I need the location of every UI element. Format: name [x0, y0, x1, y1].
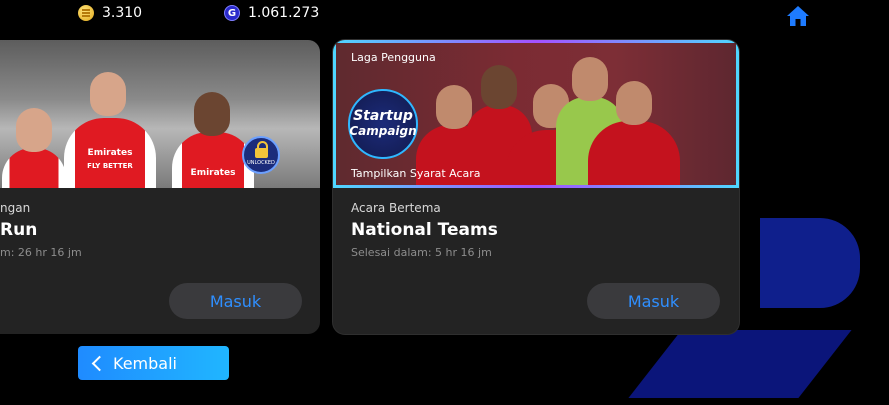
- unlocked-badge: UNLOCKED: [242, 136, 280, 174]
- coin-balance: 3.310: [78, 5, 142, 21]
- event-ends: Selesai dalam: 5 hr 16 jm: [351, 246, 492, 259]
- gp-balance: G 1.061.273: [224, 5, 319, 21]
- background-shape: [760, 218, 860, 308]
- player-image: [2, 108, 66, 188]
- event-card[interactable]: Emirates FLY BETTER Emirates UNLOCKED ng…: [0, 40, 320, 334]
- lock-icon: [254, 141, 268, 158]
- player-image: [588, 81, 680, 185]
- event-banner: Emirates FLY BETTER Emirates UNLOCKED: [0, 40, 320, 188]
- enter-button[interactable]: Masuk: [169, 283, 302, 319]
- event-type: ngan: [0, 201, 31, 215]
- event-ends: m: 26 hr 16 jm: [0, 246, 82, 259]
- event-tag: Laga Pengguna: [351, 51, 436, 64]
- coin-amount: 3.310: [102, 5, 143, 21]
- event-banner: Laga Pengguna Startup Campaign Tampilkan…: [333, 40, 739, 188]
- player-image: Emirates FLY BETTER: [64, 72, 156, 188]
- home-icon[interactable]: [786, 5, 810, 27]
- event-title: Run: [0, 220, 38, 240]
- event-type: Acara Bertema: [351, 201, 441, 215]
- gp-amount: 1.061.273: [248, 5, 320, 21]
- event-card[interactable]: Laga Pengguna Startup Campaign Tampilkan…: [333, 40, 739, 334]
- back-button[interactable]: Kembali: [78, 346, 229, 380]
- enter-button[interactable]: Masuk: [587, 283, 720, 319]
- background-shape: [628, 330, 852, 398]
- event-title: National Teams: [351, 220, 498, 240]
- coin-icon: [78, 5, 94, 21]
- gp-icon: G: [224, 5, 240, 21]
- chevron-left-icon: [91, 355, 108, 371]
- back-button-label: Kembali: [113, 353, 177, 373]
- startup-campaign-badge: Startup Campaign: [348, 89, 418, 159]
- show-conditions-link[interactable]: Tampilkan Syarat Acara: [351, 167, 481, 180]
